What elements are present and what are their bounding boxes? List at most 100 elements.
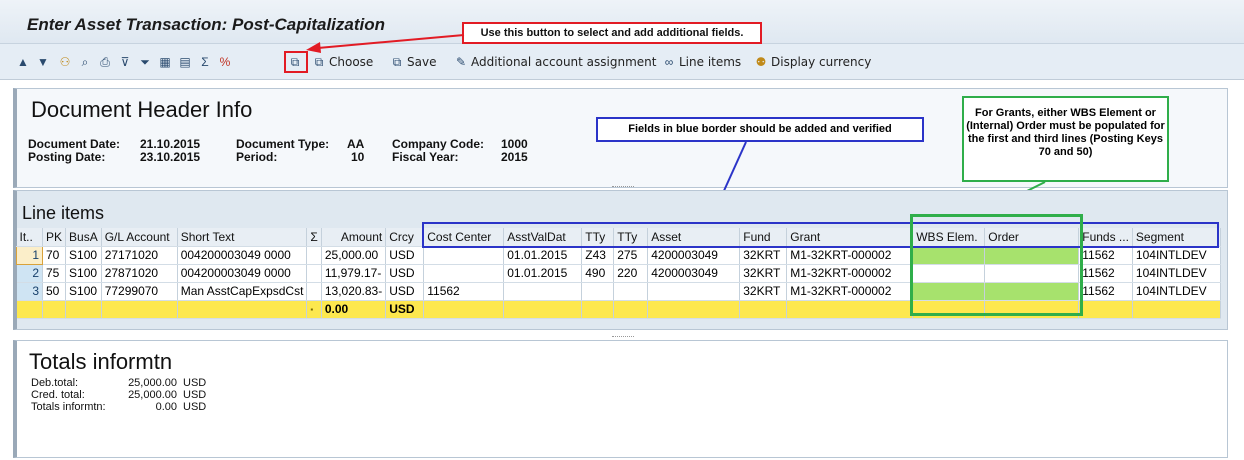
row-cost-center[interactable] <box>423 246 505 265</box>
toolbar: ▲ ▼ ⚇ ⌕ ⎙ ⊽ ⏷ ▦ ▤ Σ % ⧉ ⧉ Choose ⧉ Save ✎ A… <box>0 44 1244 80</box>
row-asset[interactable]: 4200003049 <box>647 264 741 283</box>
row-funds[interactable]: 11562 <box>1078 282 1133 301</box>
choose-button[interactable]: ⧉ Choose <box>312 53 374 71</box>
row-grant[interactable]: M1-32KRT-000002 <box>786 282 914 301</box>
col-gl-account[interactable]: G/L Account <box>101 228 178 247</box>
splitter-handle[interactable] <box>612 186 634 190</box>
col-crcy[interactable]: Crcy <box>385 228 425 247</box>
line-items-button[interactable]: ∞ Line items <box>662 53 741 71</box>
fiscal-year-label: Fiscal Year: <box>392 150 459 164</box>
row-funds[interactable]: 11562 <box>1078 246 1133 265</box>
save-button[interactable]: ⧉ Save <box>390 53 437 71</box>
row-grant[interactable]: M1-32KRT-000002 <box>786 246 914 265</box>
row-fund[interactable]: 32KRT <box>739 246 788 265</box>
red-arrow <box>306 34 465 53</box>
move-up-button[interactable]: ▲ <box>16 53 30 71</box>
row-sigma <box>306 282 322 301</box>
move-down-button[interactable]: ▼ <box>36 53 50 71</box>
deb-total-value: 25,000.00 <box>128 377 177 389</box>
total-amount: 0.00 <box>321 300 387 319</box>
grants-callout: For Grants, either WBS Element or (Inter… <box>962 96 1169 182</box>
row-asset[interactable] <box>647 282 741 301</box>
col-amount[interactable]: Amount <box>321 228 387 247</box>
col-sigma[interactable]: Σ <box>306 228 322 247</box>
display-currency-button[interactable]: ⚉ Display currency <box>754 53 872 71</box>
blue-border-callout: Fields in blue border should be added an… <box>596 117 924 142</box>
row-segment[interactable]: 104INTLDEV <box>1132 264 1221 283</box>
period-value: 10 <box>351 150 365 164</box>
save-icon: ⧉ <box>392 55 402 69</box>
row-pk: 70 <box>42 246 67 265</box>
row-item[interactable]: 2 <box>16 264 43 283</box>
row-amount: 25,000.00 <box>321 246 387 265</box>
total-crcy: USD <box>385 300 425 319</box>
col-short-text[interactable]: Short Text <box>177 228 308 247</box>
row-grant[interactable]: M1-32KRT-000002 <box>786 264 914 283</box>
row-tty-2[interactable]: 220 <box>613 264 649 283</box>
glasses-icon: ∞ <box>664 55 674 69</box>
percent-icon: % <box>219 55 231 69</box>
additional-account-button[interactable]: ✎ Additional account assignment <box>454 53 657 71</box>
row-fund[interactable]: 32KRT <box>739 264 788 283</box>
find-button[interactable]: ⌕ <box>78 53 92 71</box>
cred-total-value: 25,000.00 <box>128 389 177 401</box>
triangle-up-icon: ▲ <box>17 55 29 69</box>
export-button[interactable]: ▤ <box>178 53 192 71</box>
row-crcy: USD <box>385 246 425 265</box>
subtotal-button[interactable]: % <box>218 53 232 71</box>
row-tty-1[interactable] <box>581 282 615 301</box>
row-cost-center[interactable] <box>423 264 505 283</box>
additional-account-label: Additional account assignment <box>471 55 657 69</box>
row-text: Man AsstCapExpsdCst <box>177 282 308 301</box>
period-label: Period: <box>236 150 278 164</box>
row-text: 004200003049 0000 <box>177 246 308 265</box>
row-busa: S100 <box>65 246 102 265</box>
search-icon: ⌕ <box>81 55 89 69</box>
col-item[interactable]: It.. <box>16 228 43 247</box>
row-tty-2[interactable]: 275 <box>613 246 649 265</box>
filter-button[interactable]: ⊽ <box>118 53 132 71</box>
row-item[interactable]: 3 <box>16 282 43 301</box>
row-gl: 77299070 <box>101 282 178 301</box>
line-items-title: Line items <box>22 203 105 223</box>
deb-total-crcy: USD <box>183 377 207 389</box>
choose-label: Choose <box>329 55 374 69</box>
row-fund[interactable]: 32KRT <box>739 282 788 301</box>
row-item[interactable]: 1 <box>16 245 43 265</box>
cred-total-label: Cred. total: <box>31 389 85 401</box>
row-pk: 75 <box>42 264 67 283</box>
details-button[interactable]: ⚇ <box>58 53 72 71</box>
row-asset[interactable]: 4200003049 <box>647 246 741 265</box>
totals-info-value: 0.00 <box>155 401 177 413</box>
grid-icon: ▦ <box>159 55 171 69</box>
sum-button[interactable]: Σ <box>198 53 212 71</box>
row-tty-2[interactable] <box>613 282 649 301</box>
layout-button[interactable]: ▦ <box>158 53 172 71</box>
col-pk[interactable]: PK <box>42 228 67 247</box>
row-tty-1[interactable]: Z43 <box>581 246 615 265</box>
company-code-label: Company Code: <box>392 137 485 151</box>
row-cost-center[interactable]: 11562 <box>423 282 505 301</box>
col-busa[interactable]: BusA <box>65 228 102 247</box>
filter-icon: ⊽ <box>120 55 130 69</box>
fiscal-year-value: 2015 <box>501 150 528 164</box>
blue-border-frame <box>422 222 1219 248</box>
row-amount: 11,979.17- <box>321 264 387 283</box>
row-segment[interactable]: 104INTLDEV <box>1132 246 1221 265</box>
sort-filter-button[interactable]: ⏷ <box>138 53 152 71</box>
document-date-value: 21.10.2015 <box>140 137 201 151</box>
row-asst-val-dat[interactable] <box>503 282 583 301</box>
row-asst-val-dat[interactable]: 01.01.2015 <box>503 246 583 265</box>
person-icon: ⚇ <box>59 55 71 69</box>
copy-icon: ⧉ <box>314 55 324 69</box>
pencil-icon: ✎ <box>455 55 467 69</box>
row-text: 004200003049 0000 <box>177 264 308 283</box>
print-button[interactable]: ⎙ <box>98 53 112 71</box>
row-tty-1[interactable]: 490 <box>581 264 615 283</box>
header-title: Document Header Info <box>31 97 253 122</box>
row-busa: S100 <box>65 282 102 301</box>
row-segment[interactable]: 104INTLDEV <box>1132 282 1221 301</box>
row-asst-val-dat[interactable]: 01.01.2015 <box>503 264 583 283</box>
add-fields-callout: Use this button to select and add additi… <box>462 22 762 44</box>
row-funds[interactable]: 11562 <box>1078 264 1133 283</box>
